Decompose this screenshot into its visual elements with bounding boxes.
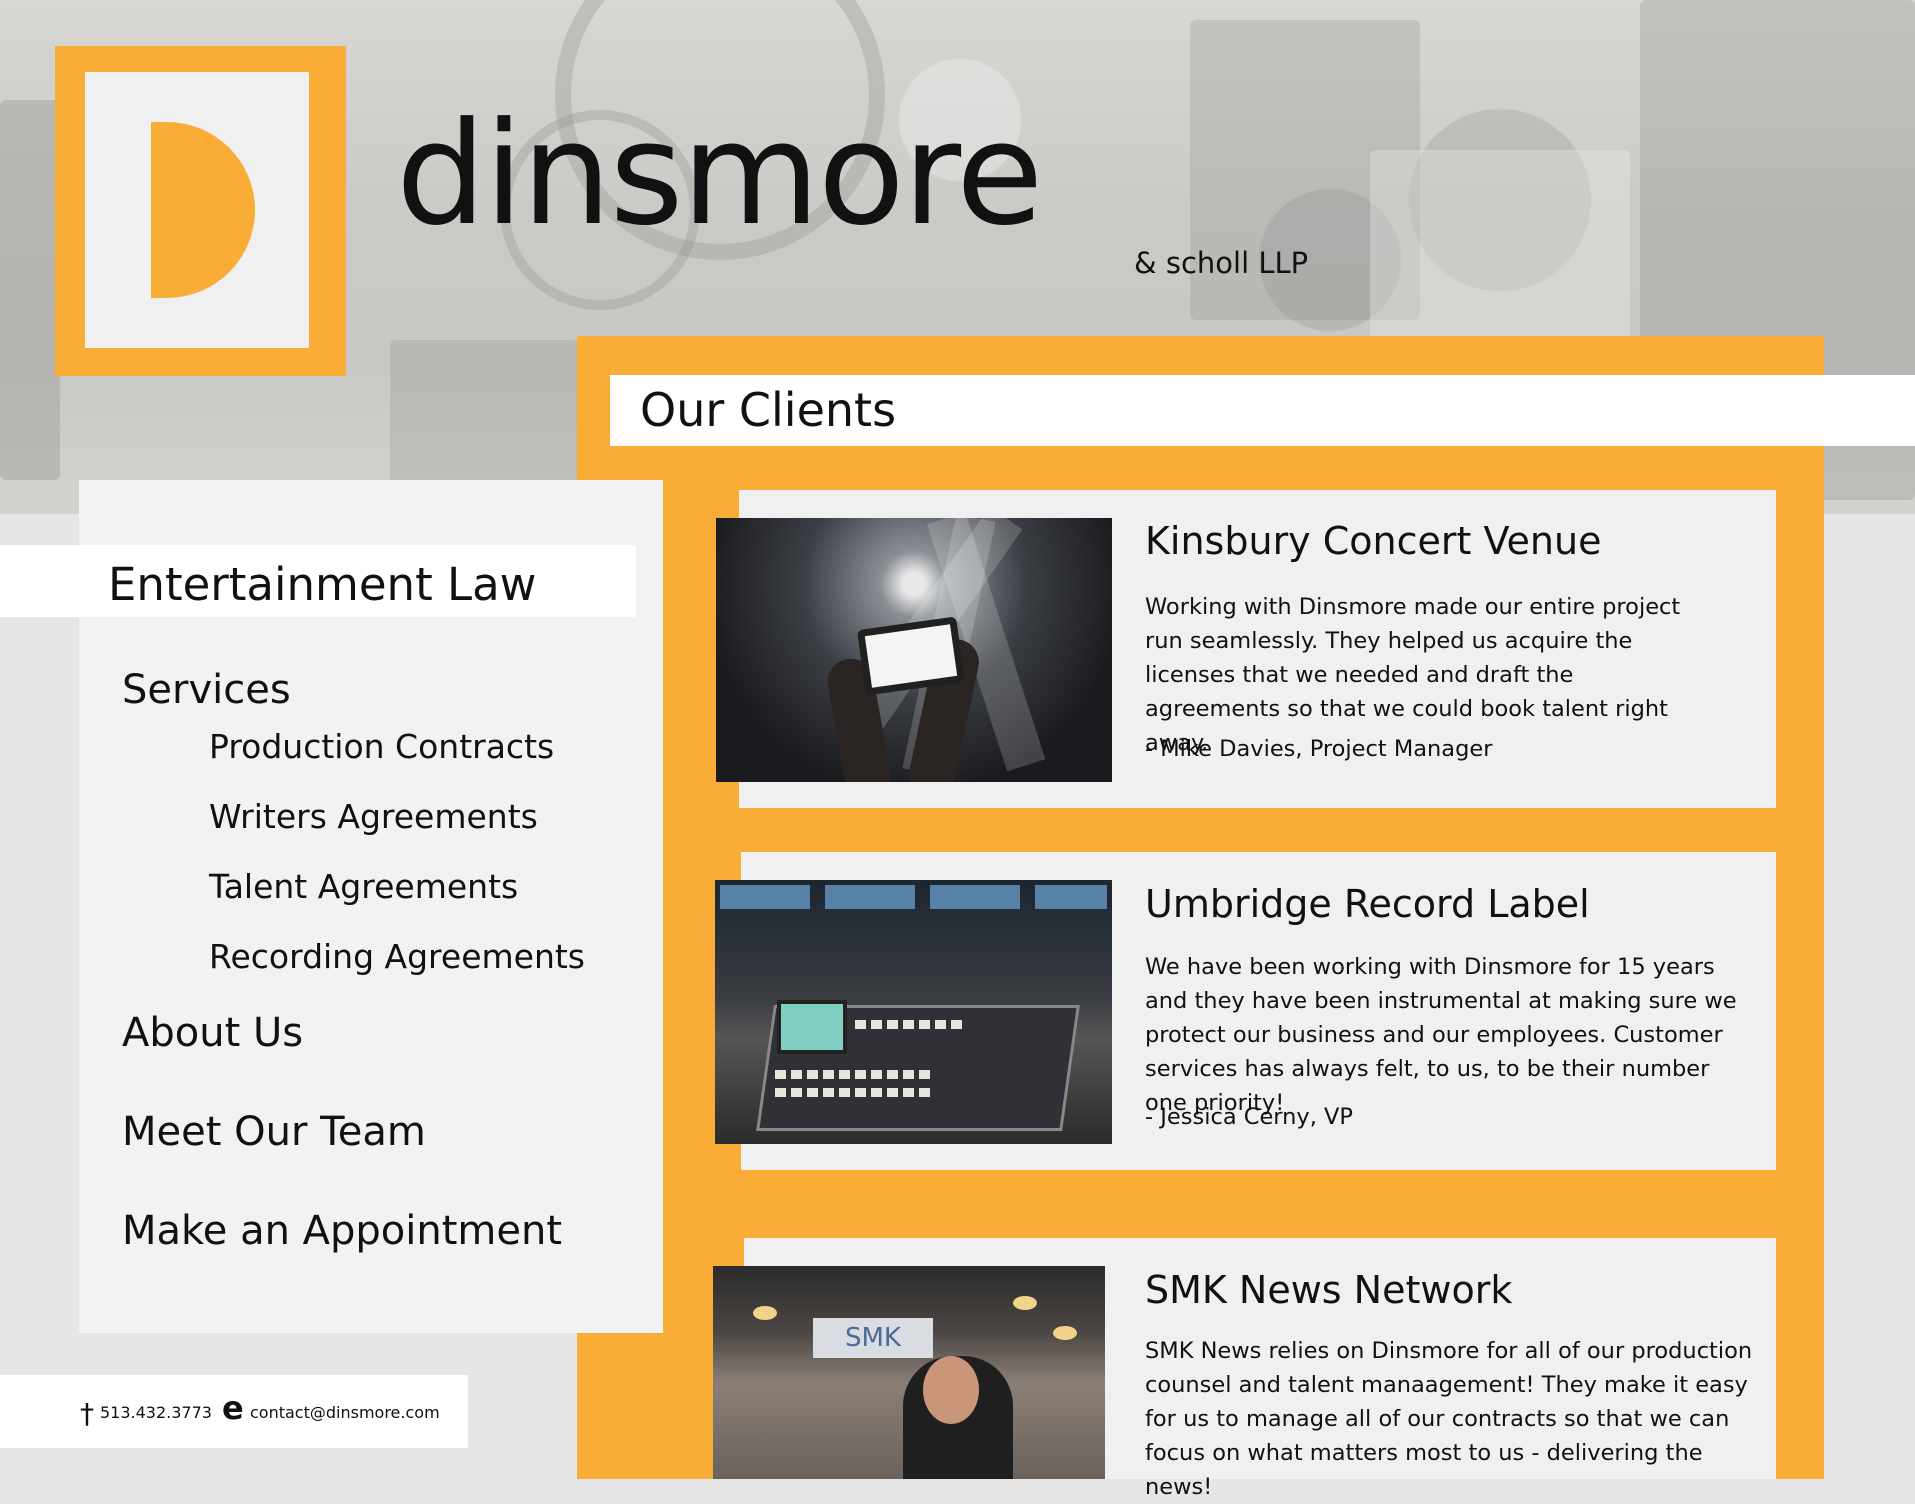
email-link[interactable]: contact@dinsmore.com (250, 1403, 440, 1422)
phone-number[interactable]: 513.432.3773 (100, 1403, 212, 1422)
nav-meet-our-team[interactable]: Meet Our Team (122, 1109, 426, 1155)
client-author: - Mike Davies, Project Manager (1145, 736, 1493, 762)
nav-writers-agreements[interactable]: Writers Agreements (209, 797, 538, 836)
brand-suffix: & scholl LLP (1134, 246, 1309, 280)
client-name: Kinsbury Concert Venue (1145, 519, 1602, 563)
category-header: Entertainment Law (0, 545, 636, 617)
client-name: SMK News Network (1145, 1268, 1513, 1312)
page-title: Our Clients (640, 383, 897, 437)
brand-name: dinsmore (396, 92, 1043, 257)
nav-production-contracts[interactable]: Production Contracts (209, 727, 554, 766)
concert-photo (716, 518, 1112, 782)
news-booth-photo: SMK (713, 1266, 1105, 1479)
email-icon: e (222, 1389, 244, 1427)
contact-bar: † 513.432.3773 e contact@dinsmore.com (0, 1375, 468, 1448)
clients-title-bar: Our Clients (610, 375, 1915, 446)
nav-recording-agreements[interactable]: Recording Agreements (209, 937, 585, 976)
nav-about-us[interactable]: About Us (122, 1010, 303, 1056)
nav-services[interactable]: Services (122, 667, 291, 713)
client-author: - Jessica Cerny, VP (1145, 1104, 1354, 1130)
nav-make-appointment[interactable]: Make an Appointment (122, 1208, 562, 1254)
booth-sign: SMK (813, 1318, 933, 1358)
logo-mark[interactable] (55, 46, 346, 376)
client-quote: Working with Dinsmore made our entire pr… (1145, 594, 1681, 756)
client-quote: We have been working with Dinsmore for 1… (1145, 954, 1737, 1116)
nav-talent-agreements[interactable]: Talent Agreements (209, 867, 518, 906)
phone-icon: † (80, 1397, 94, 1430)
logo-letter-d (85, 72, 309, 348)
mixing-console-photo (715, 880, 1112, 1144)
client-name: Umbridge Record Label (1145, 882, 1590, 926)
category-title: Entertainment Law (108, 558, 537, 611)
